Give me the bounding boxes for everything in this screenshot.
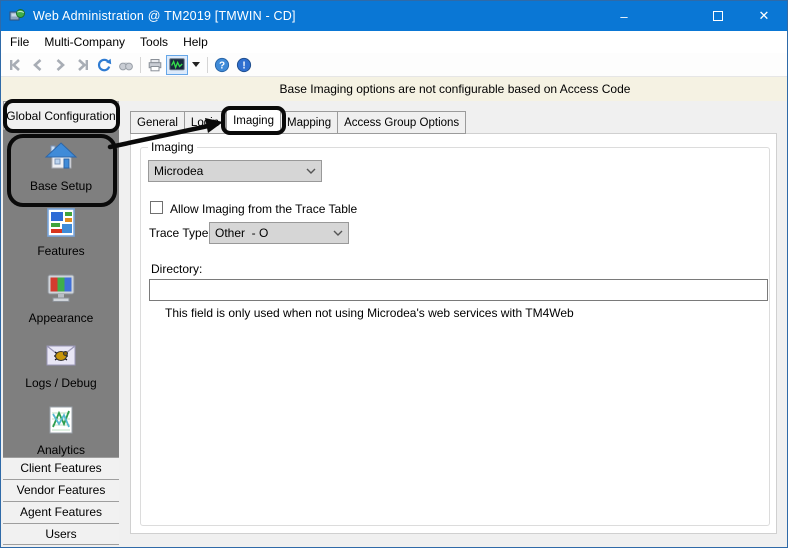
refresh-icon[interactable] — [93, 55, 115, 75]
sidebar-item-features[interactable]: Features — [3, 207, 119, 258]
toolbar: ? ! — [1, 53, 787, 77]
close-button[interactable]: ✕ — [741, 1, 787, 31]
sidebar-item-label: Analytics — [36, 443, 86, 457]
sidebar-bottom-nav: Client Features Vendor Features Agent Fe… — [3, 457, 119, 545]
sidebar-item-logs-debug[interactable]: Logs / Debug — [3, 339, 119, 390]
title-bar: Web Administration @ TM2019 [TMWIN - CD]… — [1, 1, 787, 31]
binoculars-icon[interactable] — [115, 55, 137, 75]
trace-monitor-icon[interactable] — [166, 54, 188, 75]
groupbox-legend: Imaging — [148, 140, 197, 154]
sidebar-item-vendor-features[interactable]: Vendor Features — [3, 479, 119, 501]
menu-multi-company[interactable]: Multi-Company — [44, 35, 125, 49]
envelope-bug-icon — [44, 339, 78, 374]
allow-imaging-trace-checkbox[interactable] — [150, 201, 163, 214]
directory-label: Directory: — [151, 262, 203, 276]
sidebar-header-label: Global Configuration — [6, 108, 116, 123]
tab-imaging[interactable]: Imaging — [221, 106, 286, 135]
toolbar-separator — [207, 56, 208, 73]
sidebar-item-label: Features — [37, 244, 85, 258]
svg-text:!: ! — [242, 60, 245, 71]
monitor-colors-icon — [44, 272, 78, 309]
menu-help[interactable]: Help — [183, 35, 208, 49]
sidebar-item-agent-features[interactable]: Agent Features — [3, 501, 119, 523]
previous-record-icon[interactable] — [27, 55, 49, 75]
about-icon[interactable]: ! — [233, 55, 255, 75]
house-icon — [43, 140, 79, 177]
trace-type-label: Trace Type — [149, 226, 209, 240]
help-icon[interactable]: ? — [211, 55, 233, 75]
last-record-icon[interactable] — [71, 55, 93, 75]
imaging-provider-value: Microdea — [154, 164, 204, 178]
banner-text: Base Imaging options are not configurabl… — [279, 82, 631, 96]
sidebar-item-users[interactable]: Users — [3, 523, 119, 545]
dropdown-caret-icon[interactable] — [192, 62, 200, 67]
sidebar-item-label: Base Setup — [29, 179, 93, 193]
sidebar-item-client-features[interactable]: Client Features — [3, 457, 119, 479]
directory-note: This field is only used when not using M… — [165, 306, 574, 320]
sidebar-item-label: Logs / Debug — [25, 376, 97, 390]
next-record-icon[interactable] — [49, 55, 71, 75]
menu-file[interactable]: File — [10, 35, 29, 49]
sidebar-header-global-configuration[interactable]: Global Configuration — [3, 99, 120, 133]
access-code-banner: Base Imaging options are not configurabl… — [1, 77, 787, 101]
tab-imaging-label: Imaging — [233, 115, 274, 127]
first-record-icon[interactable] — [5, 55, 27, 75]
tab-general[interactable]: General — [130, 111, 185, 134]
maximize-button[interactable] — [695, 1, 741, 31]
menu-bar: File Multi-Company Tools Help — [1, 31, 787, 53]
menu-tools[interactable]: Tools — [140, 35, 168, 49]
print-icon[interactable] — [144, 55, 166, 75]
sidebar-item-appearance[interactable]: Appearance — [3, 272, 119, 325]
chart-sheet-icon — [44, 404, 78, 441]
sidebar-item-base-setup[interactable]: Base Setup — [3, 134, 119, 207]
tab-login[interactable]: Login — [184, 111, 227, 134]
maximize-icon — [713, 11, 723, 21]
minimize-button[interactable]: – — [601, 1, 647, 31]
imaging-tab-panel: Imaging Microdea Allow Imaging from the … — [130, 133, 777, 534]
trace-type-value: Other - O — [215, 226, 269, 240]
chevron-down-icon — [306, 168, 316, 174]
sidebar-item-label: Appearance — [28, 311, 94, 325]
tab-strip: General Login Imaging Mapping Access Gro… — [130, 106, 467, 135]
window-title: Web Administration @ TM2019 [TMWIN - CD] — [33, 9, 296, 23]
tab-mapping[interactable]: Mapping — [280, 111, 339, 134]
directory-input[interactable] — [149, 279, 768, 301]
allow-imaging-trace-label: Allow Imaging from the Trace Table — [170, 202, 358, 216]
trace-type-select[interactable]: Other - O — [209, 222, 349, 244]
sidebar-item-analytics[interactable]: Analytics — [3, 404, 119, 457]
app-icon — [9, 8, 25, 24]
toolbar-separator — [140, 56, 141, 73]
svg-text:?: ? — [219, 60, 225, 71]
imaging-provider-select[interactable]: Microdea — [148, 160, 322, 182]
sidebar-items: Base Setup Features Appearance Logs / De… — [3, 130, 119, 457]
chevron-down-icon — [333, 230, 343, 236]
tab-access-group-options[interactable]: Access Group Options — [338, 111, 467, 134]
sidebar: Global Configuration Base Setup Features… — [3, 99, 120, 545]
app-window: Web Administration @ TM2019 [TMWIN - CD]… — [0, 0, 788, 548]
features-grid-icon — [44, 207, 78, 242]
